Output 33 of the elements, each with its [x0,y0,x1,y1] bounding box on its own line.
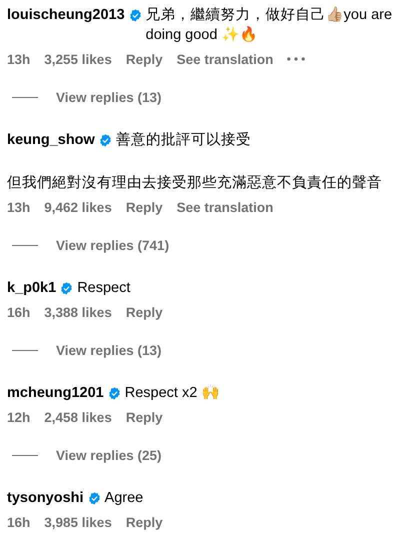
username[interactable]: louischeung2013 [7,5,125,25]
translation-link[interactable]: See translation [176,200,274,214]
comment-text: 兄弟，繼續努力，做好自己👍🏼you are doing good ✨🔥 [146,6,394,45]
reply-link[interactable]: Reply [126,200,163,214]
view-replies-link[interactable]: View replies (13) [56,90,162,104]
like-count[interactable]: 3,985 likes [44,514,112,530]
like-count[interactable]: 3,255 likes [44,52,112,66]
view-replies-link[interactable]: View replies (741) [56,238,170,252]
comment-text: Respect x2 🙌 [124,384,220,403]
comment-time: 13h [7,200,30,214]
comment-text: Agree [104,489,144,508]
view-replies-link[interactable]: View replies (25) [56,448,162,462]
comment-time: 13h [7,52,30,66]
comment-time: 16h [7,514,30,530]
comment-text: 善意的批評可以接受 [116,130,251,150]
username[interactable]: keung_show [7,130,95,150]
reply-link[interactable]: Reply [126,410,163,424]
username[interactable]: tysonyoshi [7,488,84,508]
more-options-icon[interactable] [287,57,306,61]
like-count[interactable]: 3,388 likes [44,304,112,320]
username[interactable]: mcheung1201 [7,383,104,403]
reply-link[interactable]: Reply [126,304,163,320]
username[interactable]: k_p0k1 [7,278,56,298]
comment-time: 16h [7,304,30,320]
view-replies-link[interactable]: View replies (13) [56,342,162,358]
comment-text: 但我們絕對沒有理由去接受那些充滿惡意不負責任的聲音 [7,175,382,191]
reply-link[interactable]: Reply [126,52,163,66]
comment-time: 12h [7,410,30,424]
reply-link[interactable]: Reply [126,514,163,530]
like-count[interactable]: 9,462 likes [44,200,112,214]
translation-link[interactable]: See translation [176,52,274,66]
comment-text: Respect [77,279,130,298]
like-count[interactable]: 2,458 likes [44,410,112,424]
